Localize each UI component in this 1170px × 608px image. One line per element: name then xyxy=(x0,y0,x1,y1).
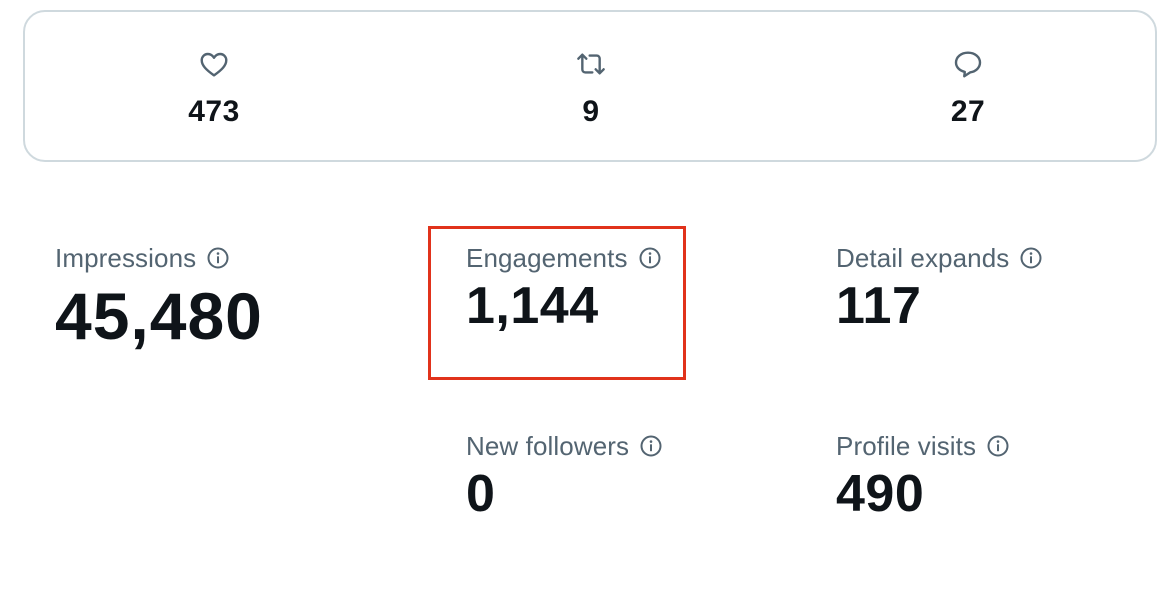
impressions-metric: Impressions 45,480 xyxy=(55,242,263,354)
profile-visits-value: 490 xyxy=(836,465,925,523)
info-icon[interactable] xyxy=(639,434,663,458)
replies-stat[interactable]: 27 xyxy=(868,12,1068,160)
engagements-highlight-box xyxy=(428,226,686,380)
detail-expands-label: Detail expands xyxy=(836,242,1010,273)
info-icon[interactable] xyxy=(1019,246,1043,270)
replies-count: 27 xyxy=(950,95,986,128)
likes-stat[interactable]: 473 xyxy=(114,12,314,160)
new-followers-label: New followers xyxy=(466,430,630,461)
detail-expands-value: 117 xyxy=(836,277,922,335)
repost-icon xyxy=(577,53,605,75)
new-followers-value: 0 xyxy=(466,465,496,523)
info-icon[interactable] xyxy=(986,434,1010,458)
reposts-count: 9 xyxy=(582,95,600,128)
new-followers-metric: New followers 0 xyxy=(466,430,663,524)
likes-count: 473 xyxy=(188,95,240,128)
detail-expands-metric: Detail expands 117 xyxy=(836,242,1043,336)
profile-visits-label: Profile visits xyxy=(836,430,977,461)
reposts-stat[interactable]: 9 xyxy=(491,12,691,160)
reply-icon xyxy=(954,51,982,78)
info-icon[interactable] xyxy=(206,246,230,270)
profile-visits-metric: Profile visits 490 xyxy=(836,430,1010,524)
heart-icon xyxy=(200,52,228,77)
engagement-summary-card: 473 9 27 xyxy=(23,10,1157,162)
impressions-value: 45,480 xyxy=(55,279,263,353)
impressions-label: Impressions xyxy=(55,242,197,273)
